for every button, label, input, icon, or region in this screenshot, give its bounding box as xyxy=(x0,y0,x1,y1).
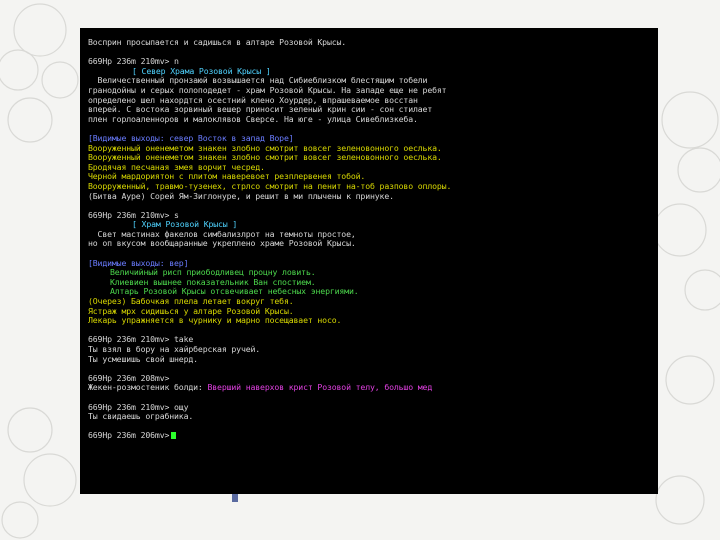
room-description: но оп вкусом вообщаранные укреплено храм… xyxy=(88,238,356,249)
mud-terminal[interactable]: Восприн просыпается и садишься в алтаре … xyxy=(80,28,658,494)
slide-marker-icon xyxy=(232,494,238,502)
mob-line: Лекарь упражняется в чурнику и марно пос… xyxy=(88,315,342,326)
terminal-line: Ты усмешишь свой шнерд. xyxy=(88,353,198,364)
prompt-text: 669Hp 236m 206mv> xyxy=(88,430,170,441)
channel-message: Вверший наверхов крист Розовой телу, бол… xyxy=(207,382,433,393)
channel-speaker: Жекен-розмостеник болди: xyxy=(88,382,208,393)
input-prompt-line[interactable]: 669Hp 236m 206mv> xyxy=(88,431,658,441)
mob-line: (Битва Ауре) Сорей Ям-Зиглонуре, и решит… xyxy=(88,190,394,201)
channel-line: Жекен-розмостеник болди: Вверший наверхо… xyxy=(88,383,658,393)
terminal-line: Восприн просыпается и садишься в алтаре … xyxy=(88,37,347,47)
cursor-icon xyxy=(171,432,177,440)
room-description: плен горлоаленноров и малоклявов Сверсе.… xyxy=(88,113,418,124)
terminal-line: Ты свидаешь ограбника. xyxy=(88,411,194,422)
